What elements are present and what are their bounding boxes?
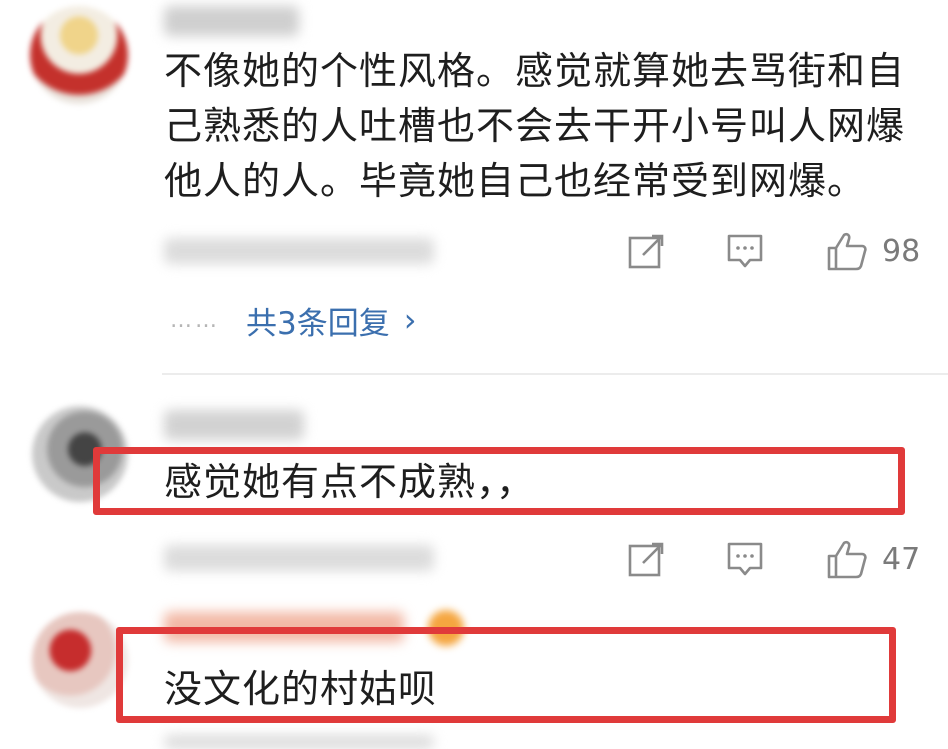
comment-divider xyxy=(162,373,948,375)
like-count: 98 xyxy=(882,234,921,269)
thumbs-up-icon[interactable] xyxy=(826,230,868,272)
comment-text: 不像她的个性风格。感觉就算她去骂街和自 己熟悉的人吐槽也不会去干开小号叫人网爆 … xyxy=(164,49,906,203)
username-blurred[interactable] xyxy=(164,6,299,36)
avatar[interactable] xyxy=(30,6,128,104)
forward-icon[interactable] xyxy=(627,232,665,270)
comment-meta-blurred xyxy=(164,735,434,749)
replies-count-label: 共3条回复 xyxy=(246,305,390,342)
username-blurred[interactable] xyxy=(164,410,304,440)
view-replies-link[interactable]: …… 共3条回复 › xyxy=(170,300,417,342)
comment-icon[interactable] xyxy=(726,540,764,578)
comment-text: 感觉她有点不成熟，， xyxy=(164,460,536,504)
comment-text: 没文化的村姑呗 xyxy=(164,667,438,711)
comment-meta-blurred xyxy=(164,238,434,264)
replies-dots: …… xyxy=(170,307,220,333)
thumbs-up-icon[interactable] xyxy=(826,538,868,580)
avatar[interactable] xyxy=(32,612,128,708)
like-count: 47 xyxy=(882,542,921,577)
comment-meta-blurred xyxy=(164,545,434,571)
chevron-right-icon: › xyxy=(403,301,417,339)
forward-icon[interactable] xyxy=(627,540,665,578)
comment-icon[interactable] xyxy=(726,232,764,270)
